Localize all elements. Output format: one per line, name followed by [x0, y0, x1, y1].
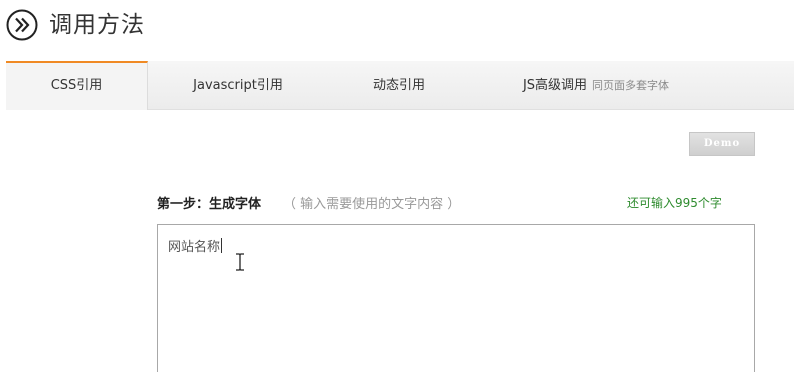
text-cursor-icon — [236, 253, 244, 271]
tab-js-advanced[interactable]: JS高级调用 同页面多套字体 — [506, 61, 686, 110]
tab-bar: CSS引用 Javascript引用 动态引用 JS高级调用 同页面多套字体 — [6, 61, 794, 110]
page-header: 调用方法 小建设网 — [0, 0, 794, 76]
text-input-area[interactable]: 网站名称 — [157, 224, 755, 372]
step-label: 第一步：生成字体 — [157, 197, 262, 212]
double-chevron-right-icon — [6, 9, 38, 41]
text-caret — [221, 238, 223, 253]
tab-note: 同页面多套字体 — [592, 79, 670, 92]
tab-label: JS高级调用 — [522, 78, 588, 93]
tab-label: 动态引用 — [372, 78, 425, 93]
tab-css-reference[interactable]: CSS引用 — [6, 61, 148, 110]
tab-label: Javascript引用 — [193, 78, 283, 93]
step-hint: （ 输入需要使用的文字内容 ） — [283, 197, 461, 212]
text-input-content: 网站名称 — [168, 236, 223, 255]
demo-button[interactable]: Demo — [689, 132, 755, 156]
text-input-value: 网站名称 — [168, 240, 221, 255]
remaining-count: 还可输入995个字 — [627, 196, 722, 210]
tab-javascript-reference[interactable]: Javascript引用 — [170, 61, 306, 110]
tab-label: CSS引用 — [50, 78, 103, 93]
tab-dynamic-reference[interactable]: 动态引用 — [350, 61, 448, 110]
page-title: 调用方法 — [49, 12, 145, 38]
